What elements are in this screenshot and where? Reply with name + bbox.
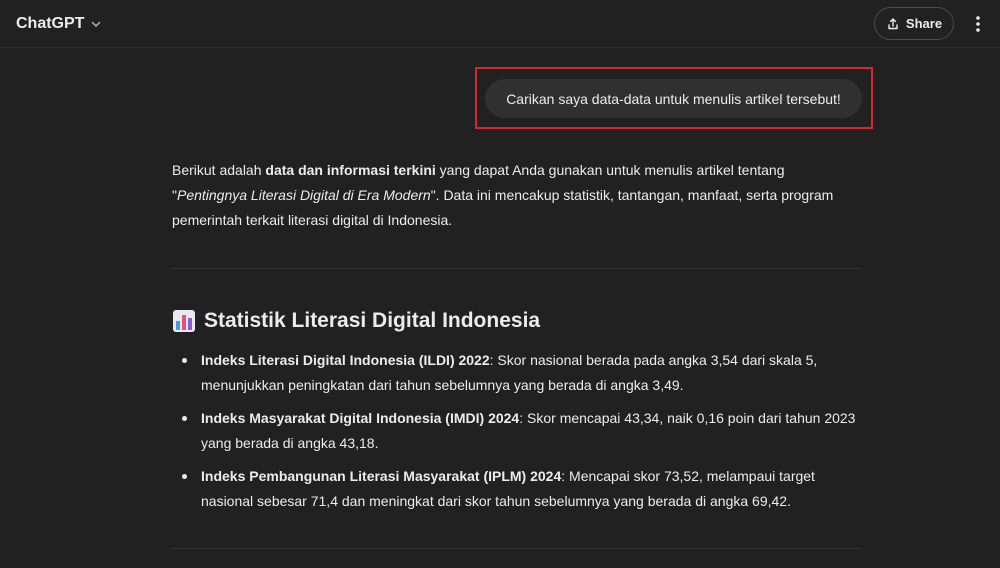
top-header: ChatGPT Share [0, 0, 1000, 48]
bullet-heading: Indeks Literasi Digital Indonesia (ILDI)… [201, 352, 490, 368]
section-title-text: Statistik Literasi Digital Indonesia [204, 309, 541, 332]
model-name: ChatGPT [16, 15, 85, 32]
intro-bold-text: data dan informasi terkini [265, 162, 436, 178]
intro-text: pemerintah terkait literasi digital di I… [172, 212, 453, 228]
bullet-text: : Skor mencapai 43,34, naik 0,16 poin da… [519, 410, 856, 426]
bullet-text: yang berada di angka 43,18. [201, 435, 379, 451]
assistant-message: Berikut adalah data dan informasi terkin… [172, 158, 862, 233]
user-message-text: Carikan saya data-data untuk menulis art… [506, 90, 841, 107]
bullet-text: nasional sebesar 71,4 dan meningkat dari… [201, 493, 791, 509]
model-switcher[interactable]: ChatGPT [8, 8, 110, 40]
share-button[interactable]: Share [874, 7, 954, 40]
intro-text: Berikut adalah [172, 162, 266, 178]
section-heading: Statistik Literasi Digital Indonesia [172, 306, 540, 336]
section-divider [172, 548, 860, 549]
chevron-down-icon [90, 18, 102, 30]
bullet-heading: Indeks Pembangunan Literasi Masyarakat (… [201, 468, 562, 484]
bullet-text: menunjukkan peningkatan dari tahun sebel… [201, 377, 684, 393]
article-title-italic: Pentingnya Literasi Digital di Era Moder… [176, 187, 431, 203]
list-item: Indeks Literasi Digital Indonesia (ILDI)… [172, 348, 872, 398]
bullet-heading: Indeks Masyarakat Digital Indonesia (IMD… [201, 410, 520, 426]
intro-text: yang dapat Anda gunakan untuk menulis ar… [435, 162, 785, 178]
share-label: Share [905, 16, 943, 31]
share-icon [886, 17, 900, 31]
section-divider [172, 268, 860, 269]
bullet-text: : Mencapai skor 73,52, melampaui target [561, 468, 815, 484]
intro-paragraph: Berikut adalah data dan informasi terkin… [172, 158, 862, 233]
user-message-bubble: Carikan saya data-data untuk menulis art… [485, 79, 862, 118]
statistics-list: Indeks Literasi Digital Indonesia (ILDI)… [172, 348, 872, 522]
list-item: Indeks Pembangunan Literasi Masyarakat (… [172, 464, 872, 514]
list-item: Indeks Masyarakat Digital Indonesia (IMD… [172, 406, 872, 456]
bullet-text: : Skor nasional berada pada angka 3,54 d… [489, 352, 818, 368]
intro-text: . Data ini mencakup statistik, tantangan… [435, 187, 834, 203]
bar-chart-icon [172, 309, 196, 333]
more-options-icon[interactable] [966, 10, 990, 38]
